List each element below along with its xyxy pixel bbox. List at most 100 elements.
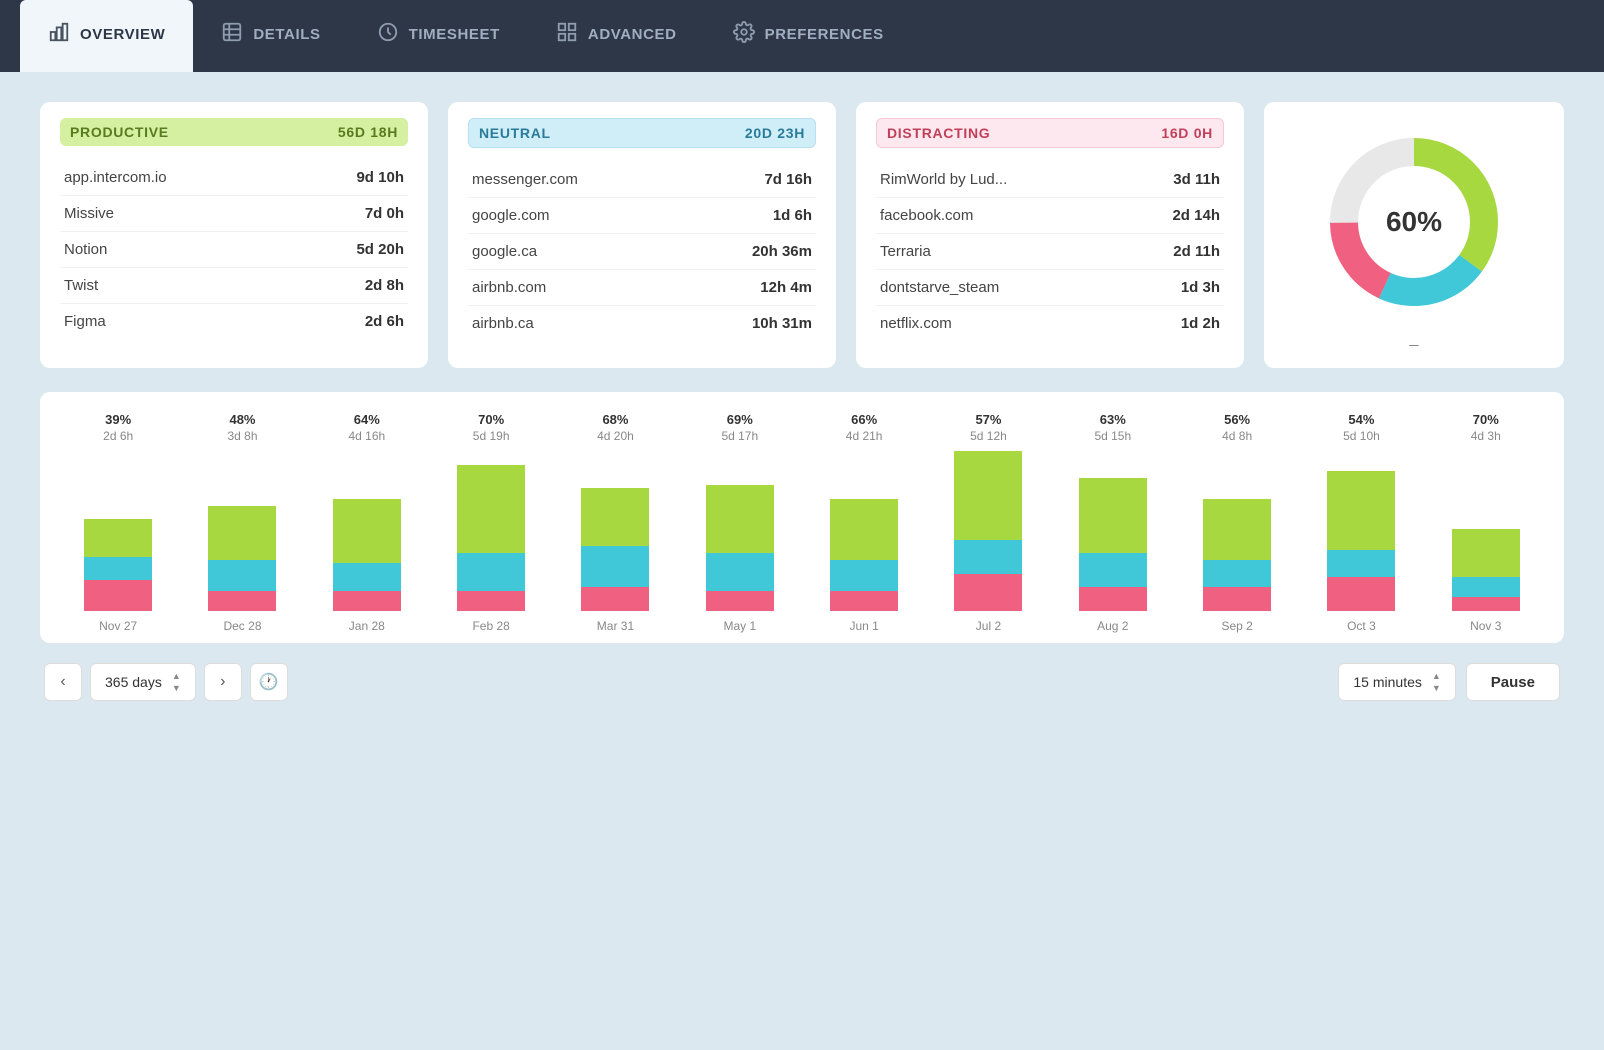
stat-row-time: 5d 20h xyxy=(356,241,404,258)
stat-row-name: google.ca xyxy=(472,243,537,260)
bar-blue xyxy=(457,553,525,590)
distracting-header: DISTRACTING 16d 0h xyxy=(876,118,1224,148)
stat-row-time: 20h 36m xyxy=(752,243,812,260)
main-content: PRODUCTIVE 56d 18h app.intercom.io9d 10h… xyxy=(0,72,1604,721)
bar-green xyxy=(84,519,152,556)
stat-row: RimWorld by Lud... 3d 11h xyxy=(876,162,1224,198)
bar-stack xyxy=(1327,451,1395,611)
stat-row: messenger.com 7d 16h xyxy=(468,162,816,198)
col-label: Jan 28 xyxy=(349,619,385,633)
bar-green xyxy=(706,485,774,553)
stat-row-time: 1d 6h xyxy=(773,207,812,224)
col-label: Dec 28 xyxy=(223,619,261,633)
stat-row-time: 3d 11h xyxy=(1173,171,1220,188)
period-label: 365 days xyxy=(105,674,162,690)
col-hours: 4d 20h xyxy=(597,429,634,443)
bar-blue xyxy=(830,560,898,591)
bar-pink xyxy=(1452,597,1520,611)
stat-row-name: messenger.com xyxy=(472,171,578,188)
col-hours: 5d 15h xyxy=(1094,429,1131,443)
stat-row-name: airbnb.ca xyxy=(472,315,534,332)
bar-blue xyxy=(581,546,649,587)
col-hours: 5d 12h xyxy=(970,429,1007,443)
clock-button[interactable]: 🕐 xyxy=(250,663,288,701)
productive-label: PRODUCTIVE xyxy=(70,124,169,140)
overview-icon xyxy=(48,21,70,49)
stat-row: facebook.com 2d 14h xyxy=(876,198,1224,234)
nav-item-overview[interactable]: OVERVIEW xyxy=(20,0,193,72)
chart-column: 66% 4d 21h Jun 1 xyxy=(806,412,922,633)
period-selector[interactable]: 365 days ▲ ▼ xyxy=(90,663,196,701)
col-pct: 70% xyxy=(478,412,504,427)
productive-card: PRODUCTIVE 56d 18h app.intercom.io9d 10h… xyxy=(40,102,428,368)
stat-row-time: 12h 4m xyxy=(760,279,812,296)
productive-rows: app.intercom.io9d 10hMissive7d 0hNotion5… xyxy=(60,160,408,339)
col-hours: 2d 6h xyxy=(103,429,133,443)
bar-pink xyxy=(1079,587,1147,611)
stat-row: Twist 2d 8h xyxy=(60,268,408,304)
col-pct: 63% xyxy=(1100,412,1126,427)
stat-row-name: Twist xyxy=(64,277,98,294)
neutral-label: NEUTRAL xyxy=(479,125,551,141)
chart-column: 57% 5d 12h Jul 2 xyxy=(930,412,1046,633)
nav-item-advanced[interactable]: ADVANCED xyxy=(528,0,705,72)
prev-button[interactable]: ‹ xyxy=(44,663,82,701)
neutral-card: NEUTRAL 20d 23h messenger.com7d 16hgoogl… xyxy=(448,102,836,368)
stat-row-name: facebook.com xyxy=(880,207,973,224)
next-button[interactable]: › xyxy=(204,663,242,701)
col-pct: 39% xyxy=(105,412,131,427)
stat-row-time: 9d 10h xyxy=(356,169,404,186)
nav-item-timesheet[interactable]: TIMESHEET xyxy=(349,0,528,72)
bar-stack xyxy=(208,451,276,611)
nav-item-details[interactable]: DETAILS xyxy=(193,0,348,72)
productive-total: 56d 18h xyxy=(338,124,398,140)
stat-row-name: airbnb.com xyxy=(472,279,546,296)
bar-blue xyxy=(954,540,1022,574)
bar-blue xyxy=(84,557,152,581)
col-pct: 57% xyxy=(975,412,1001,427)
col-hours: 3d 8h xyxy=(227,429,257,443)
bar-green xyxy=(830,499,898,560)
stat-row-time: 2d 8h xyxy=(365,277,404,294)
chart-column: 70% 5d 19h Feb 28 xyxy=(433,412,549,633)
col-hours: 4d 21h xyxy=(846,429,883,443)
chart-column: 39% 2d 6h Nov 27 xyxy=(60,412,176,633)
stat-row: google.ca 20h 36m xyxy=(468,234,816,270)
col-label: Jun 1 xyxy=(849,619,878,633)
stat-row-time: 2d 11h xyxy=(1173,243,1220,260)
col-pct: 48% xyxy=(229,412,255,427)
preferences-icon xyxy=(733,21,755,49)
donut-percentage: 60% xyxy=(1386,206,1442,238)
stat-row: app.intercom.io9d 10h xyxy=(60,160,408,196)
minutes-selector[interactable]: 15 minutes ▲ ▼ xyxy=(1338,663,1455,701)
bar-pink xyxy=(333,591,401,611)
bar-stack xyxy=(333,451,401,611)
bar-stack xyxy=(581,451,649,611)
bar-blue xyxy=(1452,577,1520,597)
pause-button[interactable]: Pause xyxy=(1466,663,1560,701)
bar-pink xyxy=(1203,587,1271,611)
timesheet-icon xyxy=(377,21,399,49)
stat-row-time: 7d 16h xyxy=(764,171,812,188)
col-hours: 5d 19h xyxy=(473,429,510,443)
bar-chart: 39% 2d 6h Nov 27 48% 3d 8h Dec 28 64% 4d… xyxy=(60,412,1544,633)
stat-row: Terraria2d 11h xyxy=(876,234,1224,270)
nav-item-preferences[interactable]: PREFERENCES xyxy=(705,0,912,72)
stat-row-name: dontstarve_steam xyxy=(880,279,999,296)
col-label: Oct 3 xyxy=(1347,619,1376,633)
chart-column: 56% 4d 8h Sep 2 xyxy=(1179,412,1295,633)
chart-column: 70% 4d 3h Nov 3 xyxy=(1428,412,1544,633)
nav-label-preferences: PREFERENCES xyxy=(765,26,884,43)
col-pct: 66% xyxy=(851,412,877,427)
stat-row-time: 1d 3h xyxy=(1181,279,1220,296)
bar-pink xyxy=(1327,577,1395,611)
stat-row-time: 2d 14h xyxy=(1172,207,1220,224)
col-label: Aug 2 xyxy=(1097,619,1128,633)
stat-row-name: RimWorld by Lud... xyxy=(880,171,1007,188)
chart-card: 39% 2d 6h Nov 27 48% 3d 8h Dec 28 64% 4d… xyxy=(40,392,1564,643)
bar-blue xyxy=(1327,550,1395,577)
stat-row: Notion5d 20h xyxy=(60,232,408,268)
chart-column: 64% 4d 16h Jan 28 xyxy=(309,412,425,633)
bar-pink xyxy=(706,591,774,611)
distracting-total: 16d 0h xyxy=(1161,125,1213,141)
